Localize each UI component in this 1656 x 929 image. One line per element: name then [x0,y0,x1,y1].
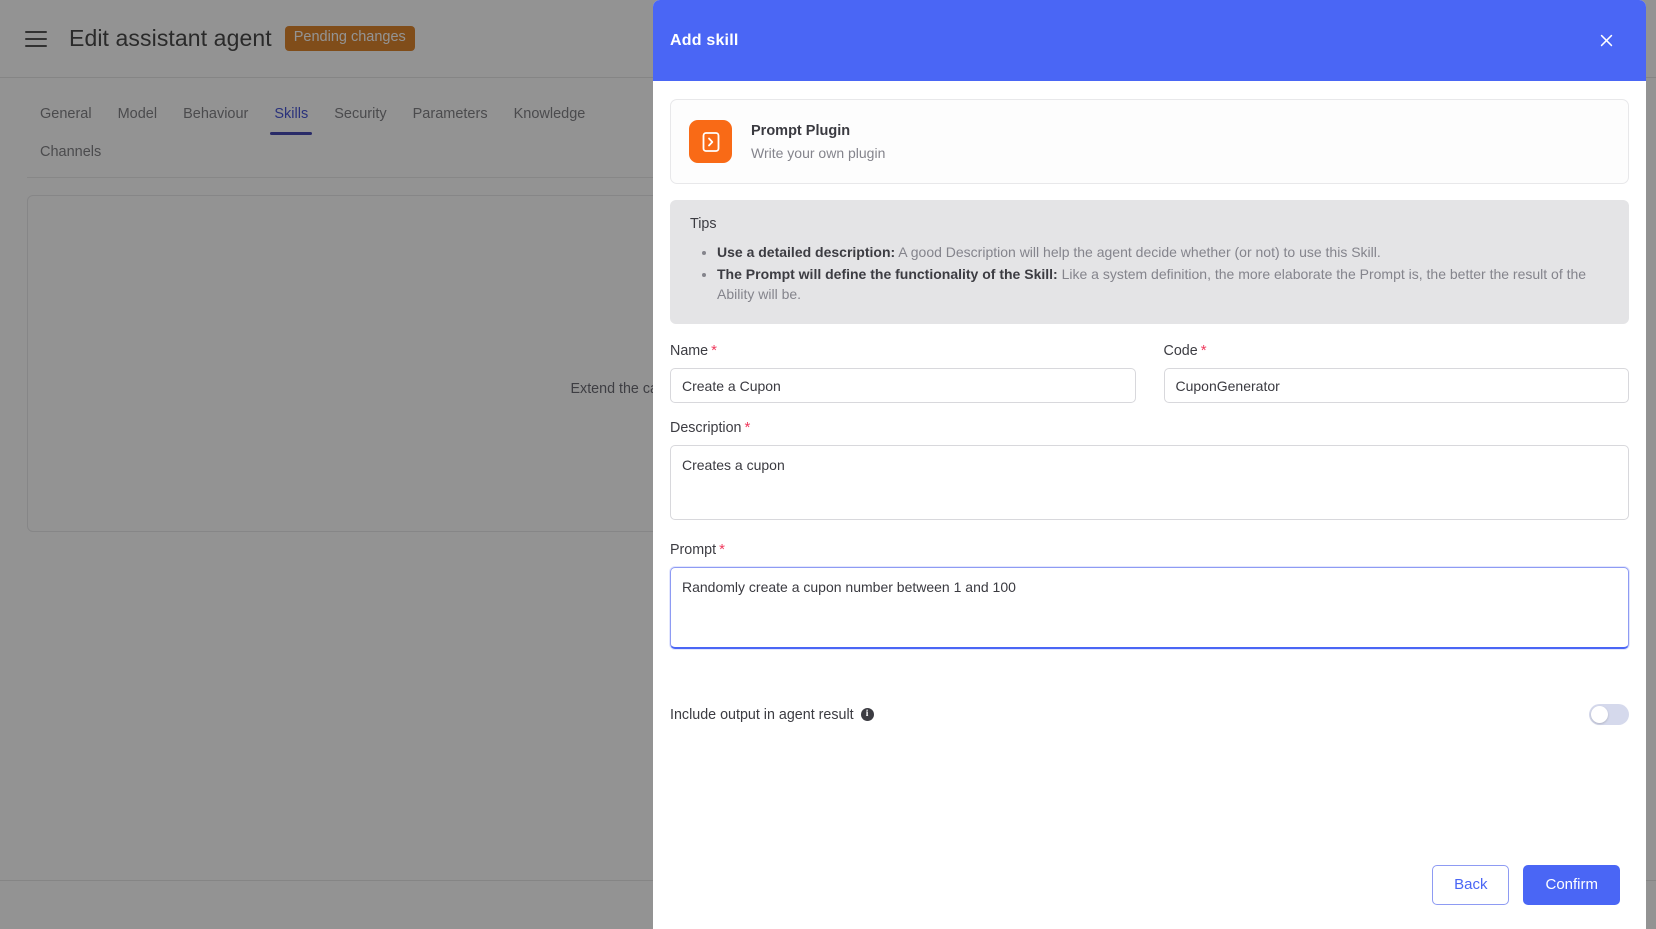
description-textarea[interactable] [670,445,1629,521]
include-output-toggle[interactable] [1589,704,1629,726]
modal-title: Add skill [670,31,739,49]
name-input[interactable] [670,368,1136,404]
add-skill-modal: Add skill Prompt Plugin Write your own p… [653,0,1646,929]
modal-footer: Back Confirm [653,865,1646,929]
close-icon[interactable] [1594,29,1618,53]
plugin-card[interactable]: Prompt Plugin Write your own plugin [670,99,1629,184]
prompt-field-group: Prompt * [670,541,1629,654]
code-input[interactable] [1163,368,1629,404]
tip-item-bold: The Prompt will define the functionality… [717,266,1058,283]
tip-item-rest: A good Description will help the agent d… [895,244,1381,260]
modal-header: Add skill [653,0,1646,81]
name-field-group: Name * [670,342,1136,404]
description-label: Description * [670,419,1629,436]
code-field-group: Code * [1163,342,1630,404]
info-icon[interactable]: i [860,708,874,722]
description-field-group: Description * [670,419,1629,525]
include-output-label: Include output in agent result i [670,707,874,723]
tips-label: Tips [690,216,717,232]
include-output-label-text: Include output in agent result [670,706,854,723]
plugin-description: Write your own plugin [751,144,886,161]
tip-item: The Prompt will define the functionality… [717,264,1609,304]
code-label-text: Code [1163,343,1198,360]
tip-item-bold: Use a detailed description: [717,244,896,260]
name-label-text: Name [670,343,709,360]
tips-box: Tips Use a detailed description: A good … [670,200,1629,325]
required-marker: * [711,342,717,360]
confirm-button[interactable]: Confirm [1523,865,1620,905]
modal-body: Prompt Plugin Write your own plugin Tips… [653,81,1646,865]
prompt-label-text: Prompt [670,542,717,559]
prompt-textarea[interactable] [670,567,1629,650]
prompt-label: Prompt * [670,541,1629,558]
tips-list: Use a detailed description: A good Descr… [690,242,1609,304]
screen: Edit assistant agent Pending changes Gen… [0,0,1656,929]
code-label: Code * [1164,342,1630,359]
plugin-name: Prompt Plugin [751,122,851,139]
tip-item: Use a detailed description: A good Descr… [717,242,1609,262]
toggle-knob [1591,706,1608,724]
back-button[interactable]: Back [1432,865,1510,905]
required-marker: * [1200,342,1207,360]
name-label: Name * [670,342,1136,359]
code-chevron-icon [689,120,732,163]
description-label-text: Description [670,420,742,437]
name-code-row: Name* Code* [670,342,1630,404]
required-marker: * [719,541,725,559]
include-output-row: Include output in agent result i [670,704,1629,726]
required-marker: * [744,419,751,437]
